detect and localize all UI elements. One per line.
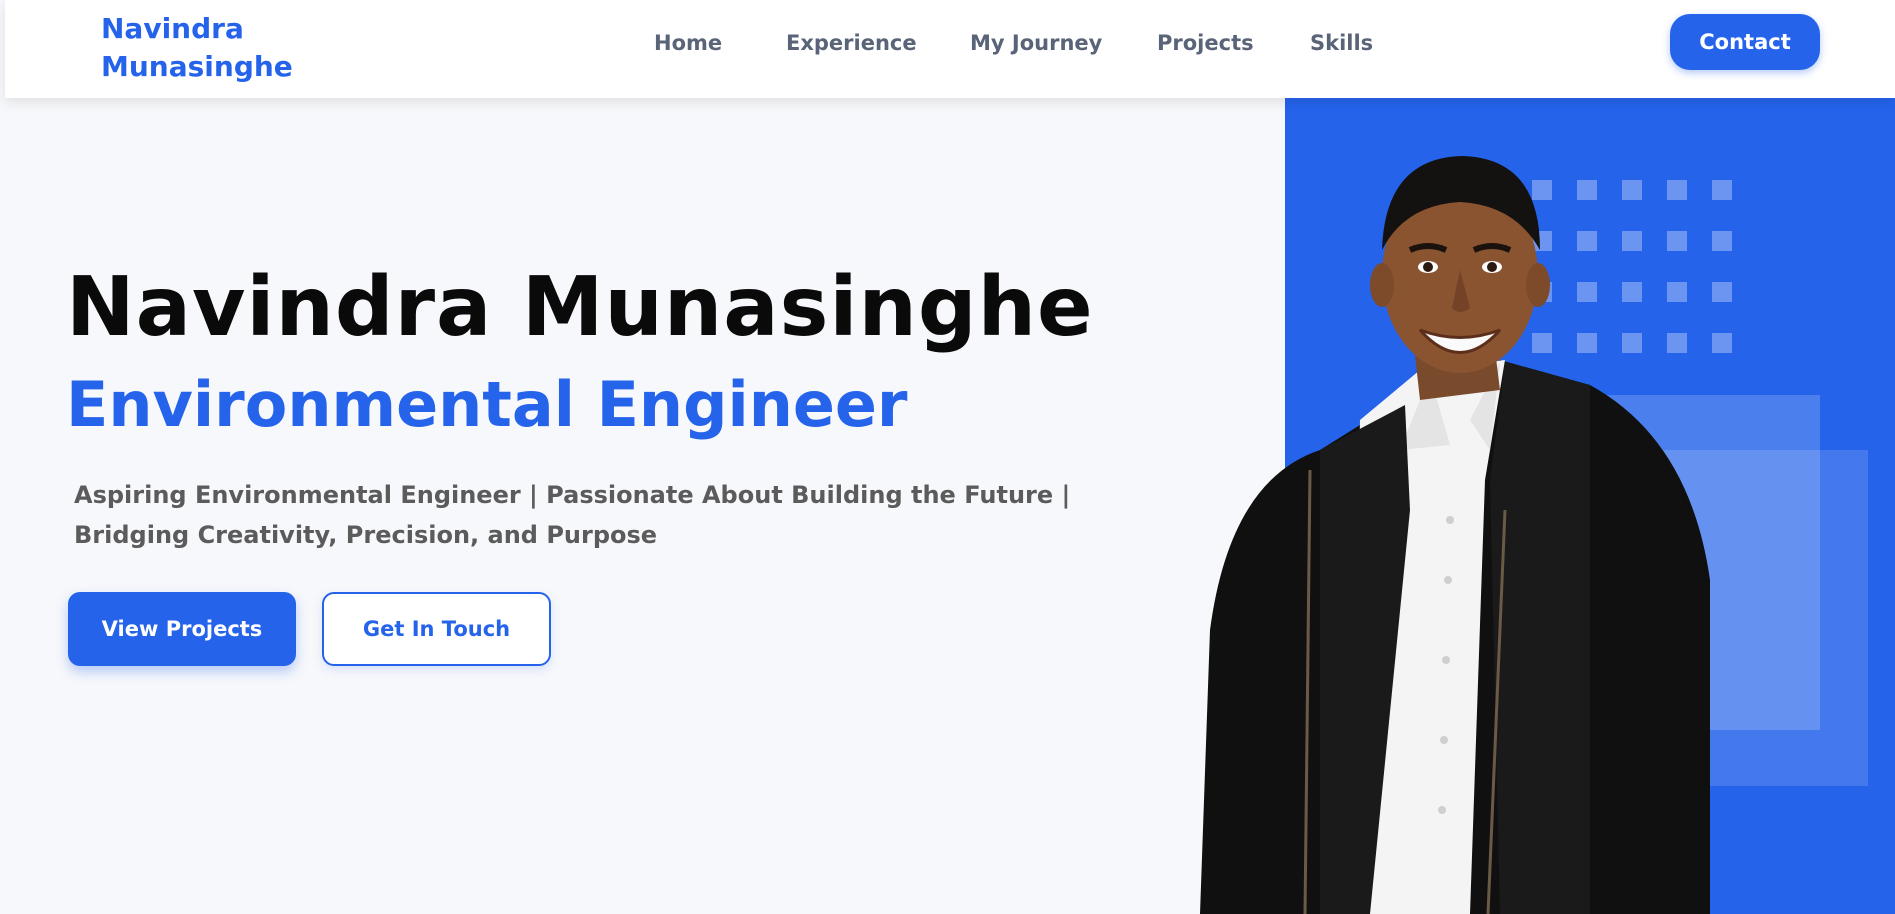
logo-line-last: Munasinghe xyxy=(101,50,293,83)
hero-description-line-1: Aspiring Environmental Engineer | Passio… xyxy=(74,481,1071,509)
contact-button[interactable]: Contact xyxy=(1670,14,1820,70)
nav-skills[interactable]: Skills xyxy=(1310,26,1373,60)
hero-description-line-2: Bridging Creativity, Precision, and Purp… xyxy=(74,521,658,549)
site-logo[interactable]: Navindra Munasinghe xyxy=(101,10,321,86)
logo-line-first: Navindra xyxy=(101,12,244,45)
nav-my-journey[interactable]: My Journey xyxy=(970,26,1102,60)
hero-description: Aspiring Environmental Engineer | Passio… xyxy=(74,475,1074,555)
site-header: Navindra Munasinghe Home Experience My J… xyxy=(5,0,1895,98)
nav-projects[interactable]: Projects xyxy=(1157,26,1254,60)
nav-home[interactable]: Home xyxy=(654,26,722,60)
nav-experience[interactable]: Experience xyxy=(786,26,917,60)
get-in-touch-button[interactable]: Get In Touch xyxy=(322,592,551,666)
view-projects-button[interactable]: View Projects xyxy=(68,592,296,666)
portrait-photo xyxy=(1200,156,1710,914)
hero-role: Environmental Engineer xyxy=(66,368,908,441)
hero-name: Navindra Munasinghe xyxy=(66,260,1094,355)
